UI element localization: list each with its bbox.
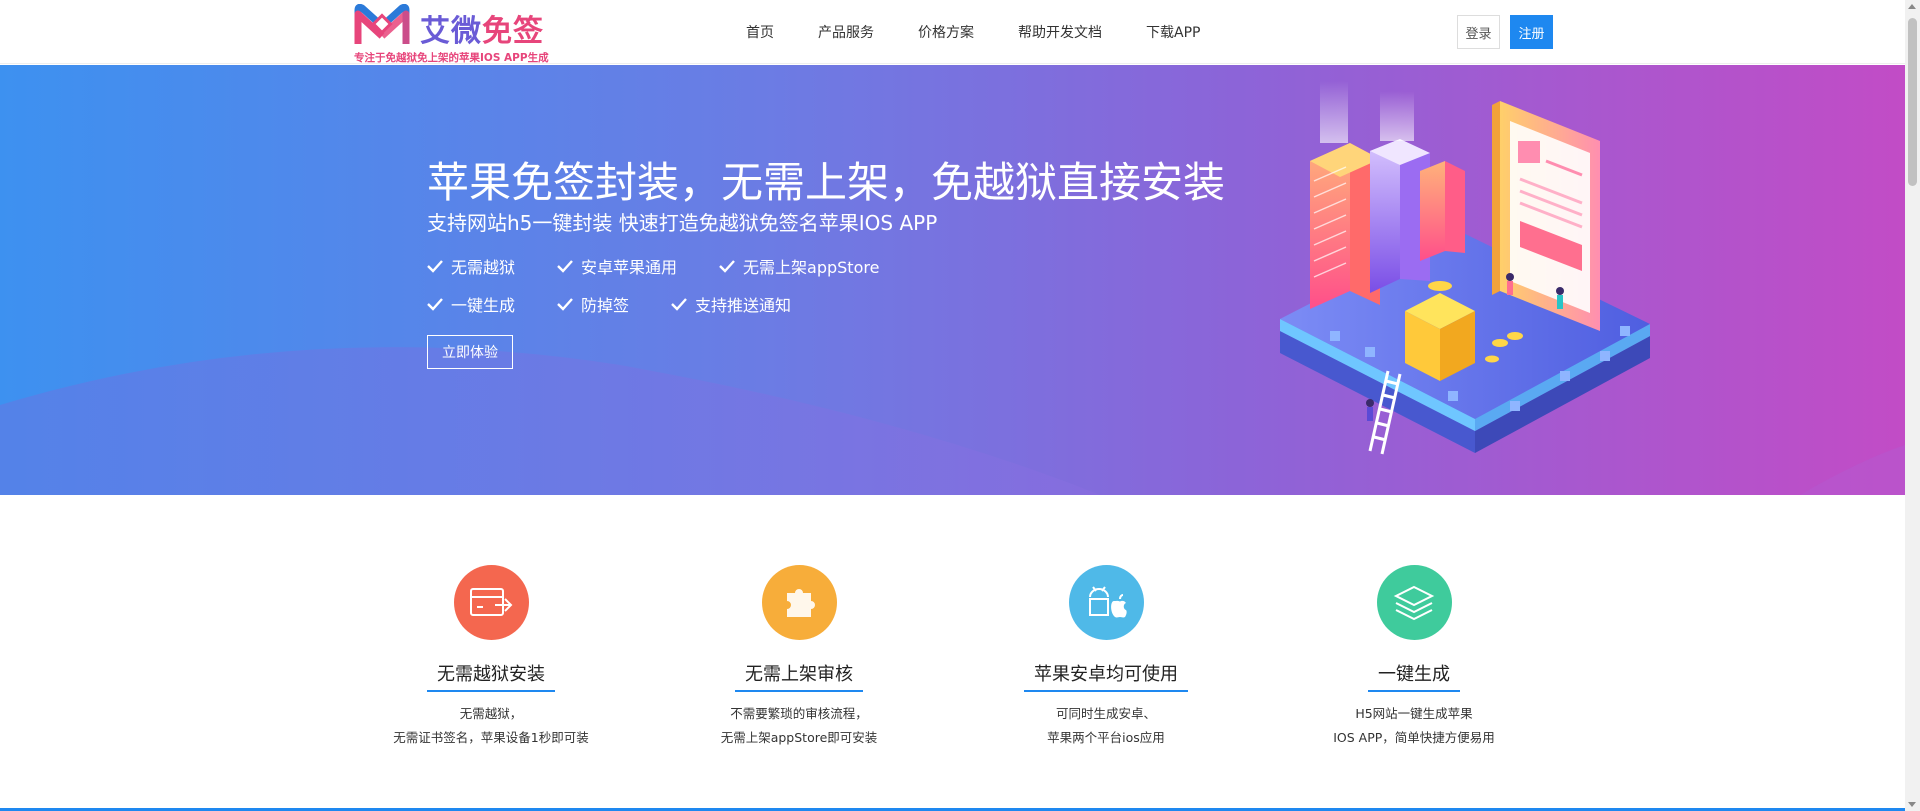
card-description: 不需要繁琐的审核流程， 无需上架appStore即可安装: [720, 706, 878, 745]
nav-item-docs[interactable]: 帮助开发文档: [1018, 22, 1102, 42]
try-now-button[interactable]: 立即体验: [427, 335, 513, 369]
card-swap-icon: [453, 565, 529, 640]
isometric-city-illustration: [1280, 81, 1650, 455]
card-title: 苹果安卓均可使用: [1024, 660, 1188, 692]
card-title: 无需上架审核: [735, 660, 863, 692]
nav-item-download-app[interactable]: 下载APP: [1146, 22, 1200, 42]
main-nav: 首页 产品服务 价格方案 帮助开发文档 下载APP: [746, 22, 1244, 42]
site-logo[interactable]: 艾微免签 专注于免越狱免上架的苹果IOS APP生成: [354, 4, 564, 64]
feature-section: 无需越狱安装 无需越狱， 无需证书签名，苹果设备1秒即可装 无需上架审核 不需要…: [0, 495, 1905, 811]
check-icon: [557, 260, 573, 273]
feature-card-no-review: 无需上架审核 不需要繁琐的审核流程， 无需上架appStore即可安装: [669, 565, 929, 750]
hero-title: 苹果免签封装，无需上架，免越狱直接安装: [427, 158, 1226, 207]
card-description: 可同时生成安卓、 苹果两个平台ios应用: [1047, 706, 1165, 745]
nav-item-pricing[interactable]: 价格方案: [918, 22, 974, 42]
check-icon: [671, 298, 687, 311]
layers-icon: [1376, 565, 1452, 640]
card-title: 一键生成: [1368, 660, 1460, 692]
nav-item-products[interactable]: 产品服务: [818, 22, 874, 42]
nav-item-home[interactable]: 首页: [746, 22, 774, 42]
scroll-down-icon[interactable]: [1908, 802, 1916, 807]
check-icon: [557, 298, 573, 311]
logo-name: 艾微免签: [420, 14, 544, 49]
page-scrollbar[interactable]: [1905, 0, 1920, 811]
check-icon: [427, 260, 443, 273]
card-description: 无需越狱， 无需证书签名，苹果设备1秒即可装: [393, 706, 589, 745]
hero-feature: 无需越狱: [427, 254, 515, 278]
hero-features-row-2: 一键生成 防掉签 支持推送通知: [427, 292, 833, 316]
card-title: 无需越狱安装: [427, 660, 555, 692]
hero-banner: 苹果免签封装，无需上架，免越狱直接安装 支持网站h5一键封装 快速打造免越狱免签…: [0, 65, 1905, 495]
register-button[interactable]: 注册: [1510, 15, 1553, 49]
feature-card-cross-platform: 苹果安卓均可使用 可同时生成安卓、 苹果两个平台ios应用: [976, 565, 1236, 750]
hero-feature: 安卓苹果通用: [557, 254, 677, 278]
login-button[interactable]: 登录: [1457, 15, 1500, 49]
hero-feature: 无需上架appStore: [719, 254, 879, 278]
hero-feature: 一键生成: [427, 292, 515, 316]
hero-subtitle: 支持网站h5一键封装 快速打造免越狱免签名苹果IOS APP: [427, 211, 938, 235]
feature-card-no-jailbreak: 无需越狱安装 无需越狱， 无需证书签名，苹果设备1秒即可装: [361, 565, 621, 750]
puzzle-icon: [761, 565, 837, 640]
hero-features-row-1: 无需越狱 安卓苹果通用 无需上架appStore: [427, 254, 921, 278]
logo-tagline: 专注于免越狱免上架的苹果IOS APP生成: [354, 52, 549, 64]
scroll-thumb[interactable]: [1908, 18, 1917, 186]
card-description: H5网站一键生成苹果 IOS APP，简单快捷方便易用: [1333, 706, 1495, 745]
scroll-up-icon[interactable]: [1908, 4, 1916, 9]
feature-card-one-click: 一键生成 H5网站一键生成苹果 IOS APP，简单快捷方便易用: [1284, 565, 1544, 750]
logo-mark-icon: [354, 4, 410, 44]
hero-feature: 防掉签: [557, 292, 629, 316]
check-icon: [719, 260, 735, 273]
hero-feature: 支持推送通知: [671, 292, 791, 316]
android-apple-icon: [1068, 565, 1144, 640]
top-header: 艾微免签 专注于免越狱免上架的苹果IOS APP生成 首页 产品服务 价格方案 …: [0, 0, 1905, 64]
check-icon: [427, 298, 443, 311]
